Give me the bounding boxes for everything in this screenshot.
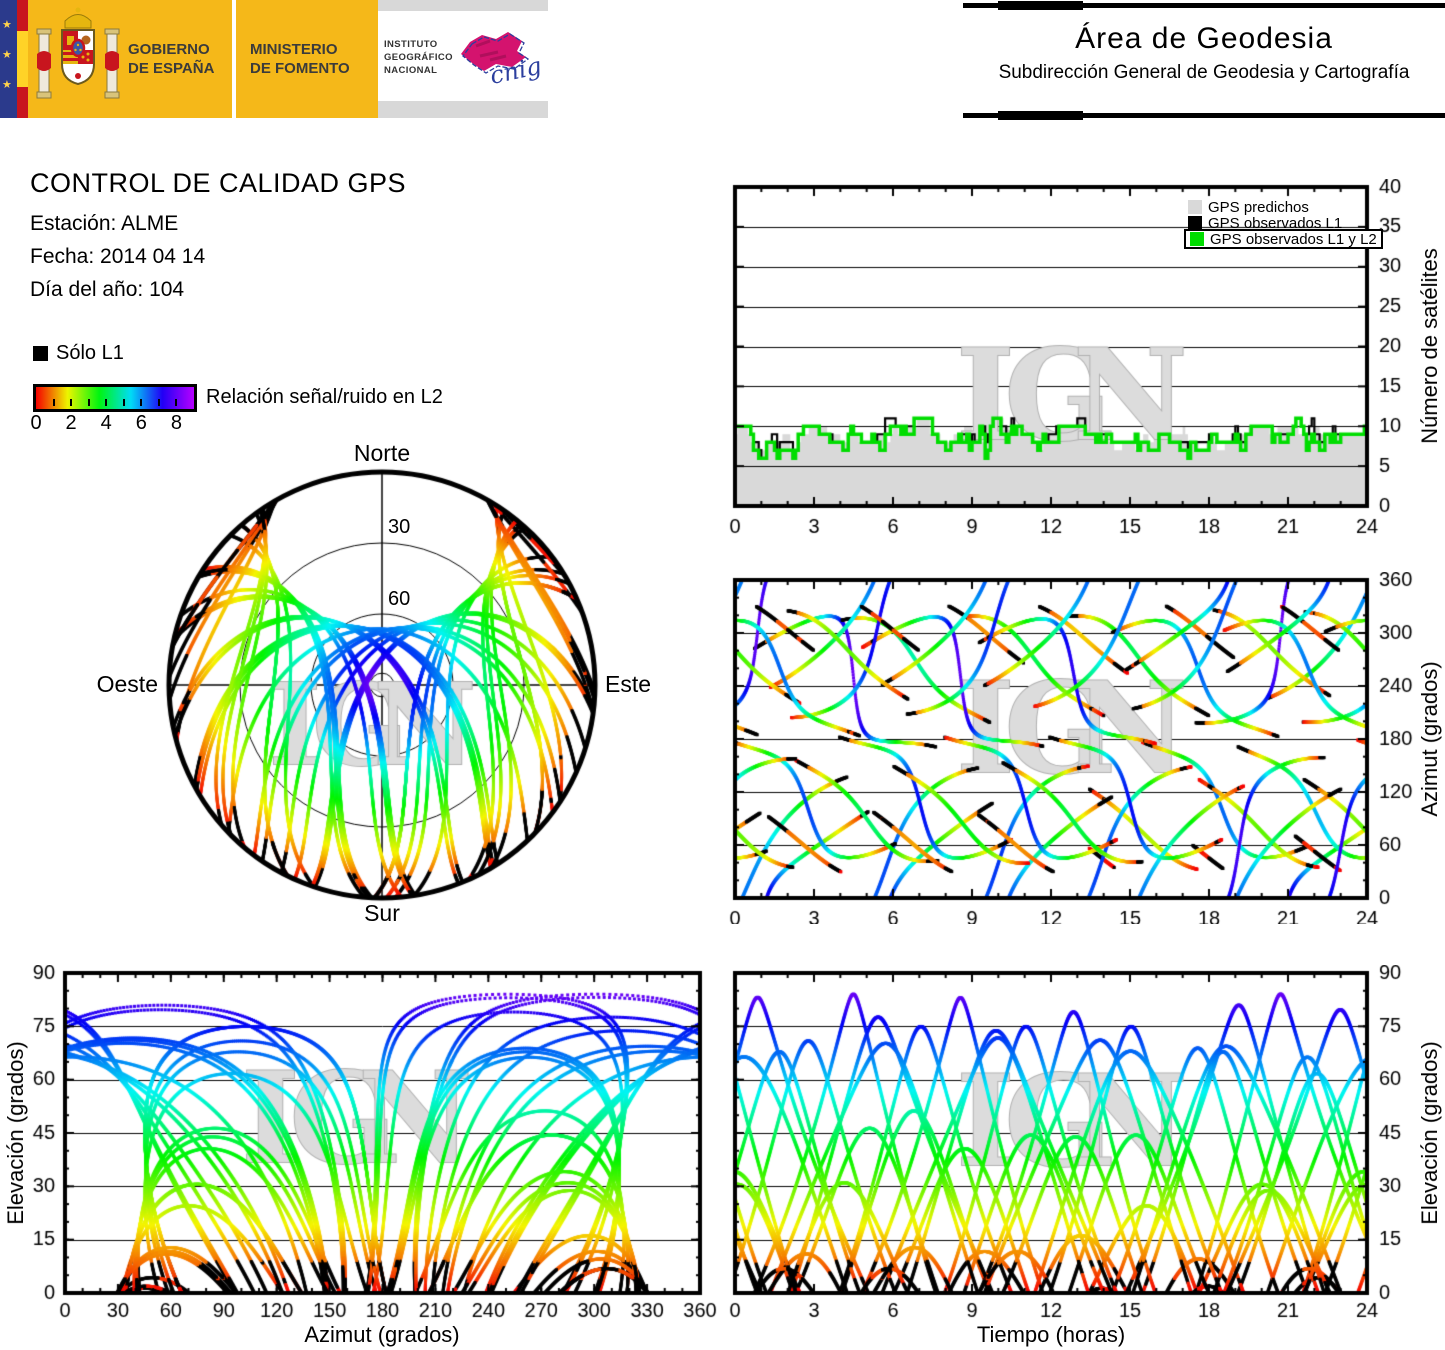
observed-l1l2-label: GPS observados L1 y L2 bbox=[1210, 230, 1377, 248]
ministerio-box: MINISTERIO DE FOMENTO bbox=[236, 0, 378, 118]
azimuth-time-canvas bbox=[718, 572, 1420, 924]
elevation-azimuth-chart bbox=[18, 965, 718, 1345]
instituto-panel: INSTITUTO GEOGRÁFICO NACIONAL cnig bbox=[378, 0, 548, 118]
colorbar-tick bbox=[140, 399, 143, 406]
colorbar-tick bbox=[52, 399, 55, 406]
gobierno-box: GOBIERNO DE ESPAÑA bbox=[28, 0, 232, 118]
gps-quality-report: { "header": { "gobierno": {"line1": "GOB… bbox=[0, 0, 1445, 1350]
elevation-time-ylabel: Elevación (grados) bbox=[1417, 1041, 1442, 1225]
elevation-time-chart bbox=[718, 965, 1420, 1345]
colorbar-tick bbox=[122, 399, 125, 406]
colorbar-tick bbox=[70, 399, 73, 406]
colorbar-tick bbox=[105, 399, 108, 406]
skyplot-chart bbox=[140, 437, 630, 933]
snr-colorbar-label: Relación señal/ruido en L2 bbox=[206, 386, 443, 408]
colorbar-number: 6 bbox=[135, 412, 147, 434]
azimuth-time-ylabel: Azimut (grados) bbox=[1417, 661, 1442, 817]
azimuth-time-chart bbox=[718, 572, 1420, 924]
elevation-azimuth-xlabel: Azimut (grados) bbox=[304, 1322, 460, 1347]
date-line: Fecha: 2014 04 14 bbox=[30, 245, 206, 268]
page-title: CONTROL DE CALIDAD GPS bbox=[30, 168, 407, 198]
snr-colorbar bbox=[33, 384, 197, 412]
skyplot-north-label: Norte bbox=[353, 440, 411, 466]
gobierno-label: GOBIERNO DE ESPAÑA bbox=[128, 41, 215, 77]
colorbar-tick bbox=[157, 399, 160, 406]
satellite-count-ylabel: Número de satélites bbox=[1417, 248, 1442, 444]
area-header: Área de Geodesia Subdirección General de… bbox=[963, 0, 1445, 125]
logo-bar: ★ ★ ★ GOBIERNO DE ESPAÑA MINISTERIO DE F… bbox=[0, 0, 560, 118]
area-title: Área de Geodesia bbox=[1075, 22, 1333, 55]
solo-l1-label: Sólo L1 bbox=[56, 342, 124, 364]
skyplot-ring-60: 60 bbox=[388, 588, 411, 610]
skyplot-east-label: Este bbox=[605, 671, 652, 697]
spain-coat-of-arms-icon bbox=[36, 7, 120, 99]
elevation-azimuth-canvas bbox=[18, 965, 718, 1345]
star-icon: ★ bbox=[2, 19, 12, 31]
star-icon: ★ bbox=[2, 49, 12, 61]
spain-flag-strip bbox=[17, 0, 28, 118]
solo-l1-swatch bbox=[33, 346, 48, 361]
predicted-label: GPS predichos bbox=[1208, 198, 1309, 216]
colorbar-tick bbox=[87, 399, 90, 406]
colorbar-number: 4 bbox=[100, 412, 112, 434]
skyplot-ring-30: 30 bbox=[388, 516, 411, 538]
observed-l1-swatch bbox=[1188, 216, 1202, 230]
eu-flag-strip: ★ ★ ★ bbox=[0, 0, 17, 118]
colorbar-number: 8 bbox=[170, 412, 182, 434]
cnig-logo-icon: cnig bbox=[461, 32, 544, 90]
observed-l1l2-swatch bbox=[1190, 232, 1204, 246]
instituto-label: INSTITUTO GEOGRÁFICO NACIONAL bbox=[384, 39, 453, 76]
skyplot-west-label: Oeste bbox=[96, 671, 158, 697]
area-subtitle: Subdirección General de Geodesia y Carto… bbox=[998, 62, 1410, 83]
station-line: Estación: ALME bbox=[30, 212, 179, 235]
predicted-swatch bbox=[1188, 200, 1202, 214]
colorbar-number: 2 bbox=[65, 412, 77, 434]
ministerio-label: MINISTERIO DE FOMENTO bbox=[250, 41, 350, 77]
elevation-time-canvas bbox=[718, 965, 1420, 1345]
elevation-time-xlabel: Tiempo (horas) bbox=[976, 1322, 1126, 1347]
skyplot-south-label: Sur bbox=[364, 900, 400, 926]
skyplot-canvas bbox=[140, 437, 630, 933]
colorbar-number: 0 bbox=[30, 412, 42, 434]
legend-row-observed-l1l2: GPS observados L1 y L2 bbox=[1184, 229, 1383, 249]
legend-row-predicted: GPS predichos bbox=[1188, 198, 1309, 216]
doy-line: Día del año: 104 bbox=[30, 278, 185, 301]
star-icon: ★ bbox=[2, 79, 12, 91]
elevation-azimuth-ylabel: Elevación (grados) bbox=[3, 1041, 28, 1225]
colorbar-tick bbox=[175, 399, 178, 406]
